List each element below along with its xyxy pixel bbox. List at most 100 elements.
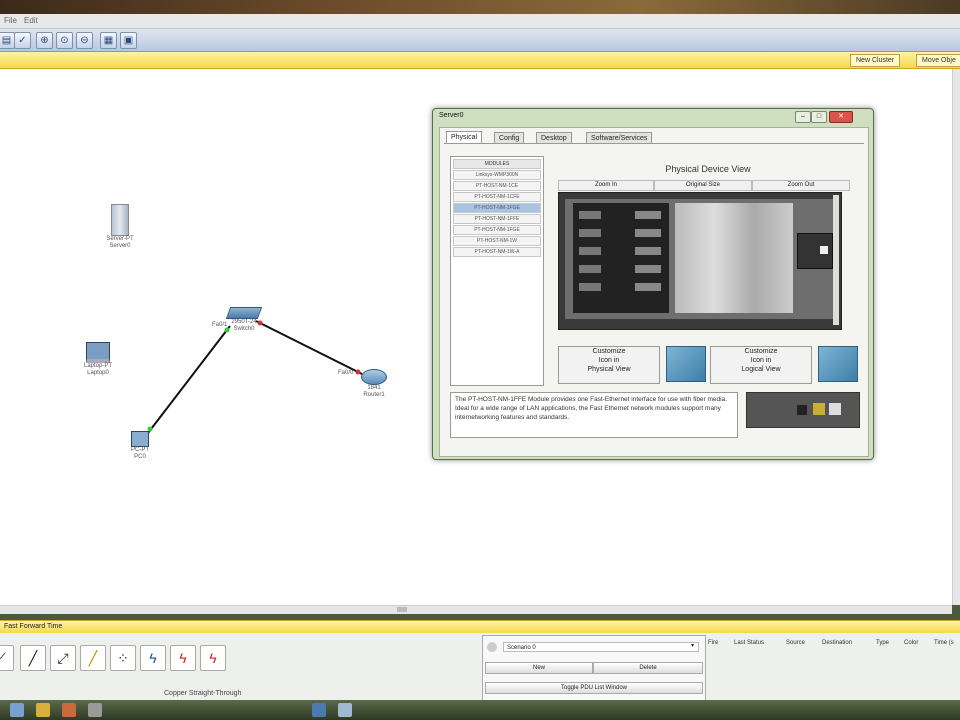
module-item[interactable]: PT-HOST-NM-1CFE: [453, 192, 541, 202]
switch-icon: [225, 307, 263, 319]
link-switch-pc: [147, 325, 231, 434]
physical-device-view[interactable]: [558, 192, 842, 330]
zoom-out-icon[interactable]: ⊖: [76, 32, 93, 49]
open-icon[interactable]: ▤: [0, 32, 15, 49]
windows-taskbar: [0, 700, 960, 720]
zoom-in-button[interactable]: Zoom In: [558, 180, 654, 191]
taskbar-app-icon[interactable]: [312, 703, 326, 717]
customize-line: Physical View: [587, 366, 631, 373]
crossover-cable-icon[interactable]: ╱: [80, 645, 106, 671]
module-item[interactable]: PT-HOST-NM-1CE: [453, 181, 541, 191]
laptop-name-label: Laptop0: [87, 370, 109, 376]
new-scenario-button[interactable]: New: [485, 662, 593, 674]
laptop-icon: [86, 342, 110, 363]
pc-device[interactable]: PC-PT PC0: [122, 431, 158, 461]
switch-type-label: 2950T-24: [231, 319, 257, 325]
delete-scenario-button[interactable]: Delete: [593, 662, 703, 674]
module-item[interactable]: PT-HOST-NM-1FGE: [453, 225, 541, 235]
fiber-cable-icon[interactable]: ⁘: [110, 645, 136, 671]
serial-dte-cable-icon[interactable]: ϟ: [200, 645, 226, 671]
server-device[interactable]: Server-PT Server0: [100, 204, 140, 250]
palette-icon[interactable]: ▦: [100, 32, 117, 49]
original-size-button[interactable]: Original Size: [654, 180, 752, 191]
router-type-label: 1841: [367, 385, 381, 391]
modules-header: MODULES: [453, 159, 541, 169]
serial-dce-cable-icon[interactable]: ϟ: [170, 645, 196, 671]
scenario-select[interactable]: Scenario 0: [503, 642, 699, 652]
scenario-icon: [487, 642, 497, 652]
pc-icon: [131, 431, 149, 447]
module-item[interactable]: PT-HOST-NM-1W: [453, 236, 541, 246]
server-icon: [111, 204, 129, 236]
module-image: [746, 392, 860, 428]
pdu-col-type: Type: [876, 640, 890, 646]
zoom-out-button[interactable]: Zoom Out: [752, 180, 850, 191]
toggle-pdu-list-button[interactable]: Toggle PDU List Window: [485, 682, 703, 694]
server-type-label: Server-PT: [106, 236, 134, 242]
module-item-selected[interactable]: PT-HOST-NM-1FGE: [453, 203, 541, 213]
router-device[interactable]: 1841 Router1: [354, 369, 394, 399]
device-view-scrollbar[interactable]: [833, 195, 839, 325]
device-selection-panel: ⟋ ╱ ⤢ ╱ ⁘ ϟ ϟ ϟ Copper Straight-Through: [0, 633, 960, 700]
physical-view-title: Physical Device View: [665, 164, 751, 174]
pc-name-label: PC0: [134, 454, 146, 460]
router-name-label: Router1: [363, 392, 385, 398]
realtime-label: Fast Forward Time: [4, 623, 63, 630]
taskbar-app-icon[interactable]: [36, 703, 50, 717]
logical-icon-preview: [818, 346, 858, 382]
server-name-label: Server0: [109, 243, 131, 249]
switch-name-label: Switch0: [233, 326, 255, 332]
workspace-vertical-scrollbar[interactable]: [952, 69, 960, 605]
taskbar-app-icon[interactable]: [338, 703, 352, 717]
minimize-button[interactable]: –: [795, 111, 811, 123]
physical-icon-preview: [666, 346, 706, 382]
module-item[interactable]: PT-HOST-NM-1W-A: [453, 247, 541, 257]
taskbar-app-icon[interactable]: [62, 703, 76, 717]
zoom-in-icon[interactable]: ⊕: [36, 32, 53, 49]
menu-edit[interactable]: Edit: [24, 16, 38, 25]
menu-file[interactable]: File: [4, 16, 17, 25]
tab-divider: [444, 143, 864, 144]
module-item[interactable]: PT-HOST-NM-1FFE: [453, 214, 541, 224]
router-icon: [361, 369, 387, 385]
taskbar-app-icon[interactable]: [88, 703, 102, 717]
workspace-nav-bar: New Cluster Move Obje: [0, 52, 960, 69]
close-button[interactable]: ✕: [829, 111, 853, 123]
customize-logical-icon-button[interactable]: Customize Icon in Logical View: [710, 346, 812, 384]
new-cluster-button[interactable]: New Cluster: [850, 54, 901, 67]
save-icon[interactable]: ✓: [14, 32, 31, 49]
pc-type-label: PC-PT: [131, 447, 149, 453]
auto-connection-icon[interactable]: ⟋: [0, 645, 14, 671]
customize-physical-icon-button[interactable]: Customize Icon in Physical View: [558, 346, 660, 384]
laptop-device[interactable]: Laptop-PT Laptop0: [76, 342, 120, 377]
taskbar-app-icon[interactable]: [10, 703, 24, 717]
switch-port-left-label: Fa0/1: [212, 322, 228, 328]
main-toolbar: ▤ ✓ ⊕ ⊙ ⊖ ▦ ▣: [0, 29, 960, 52]
router-port-label: Fa0/0: [338, 370, 354, 376]
workspace-horizontal-scrollbar[interactable]: [0, 605, 952, 614]
zoom-reset-icon[interactable]: ⊙: [56, 32, 73, 49]
move-object-button[interactable]: Move Obje: [916, 54, 960, 67]
link-switch-router: [255, 320, 363, 375]
module-item[interactable]: Linksys-WMP300N: [453, 170, 541, 180]
laptop-type-label: Laptop-PT: [83, 363, 113, 369]
console-cable-icon[interactable]: ╱: [20, 645, 46, 671]
pdu-col-color: Color: [904, 640, 919, 646]
customize-line: Icon in: [598, 357, 620, 364]
phone-cable-icon[interactable]: ϟ: [140, 645, 166, 671]
connection-type-label: Copper Straight-Through: [164, 690, 242, 697]
scroll-thumb[interactable]: [397, 607, 407, 612]
scenario-panel: Scenario 0 ▾ New Delete Toggle PDU List …: [482, 635, 706, 701]
straight-through-cable-icon[interactable]: ⤢: [50, 645, 76, 671]
customize-line: Icon in: [750, 357, 772, 364]
module-slot-panel: [675, 203, 793, 313]
maximize-button[interactable]: □: [811, 111, 827, 123]
pdu-col-source: Source: [786, 640, 806, 646]
chevron-down-icon[interactable]: ▾: [691, 642, 694, 649]
switch-device[interactable]: 2950T-24 Switch0: [222, 307, 266, 333]
custom-device-icon[interactable]: ▣: [120, 32, 137, 49]
realtime-bar: Fast Forward Time: [0, 620, 960, 633]
chassis-bays: [573, 203, 669, 313]
pdu-col-fire: Fire: [708, 640, 719, 646]
menu-bar: File Edit: [0, 14, 960, 29]
